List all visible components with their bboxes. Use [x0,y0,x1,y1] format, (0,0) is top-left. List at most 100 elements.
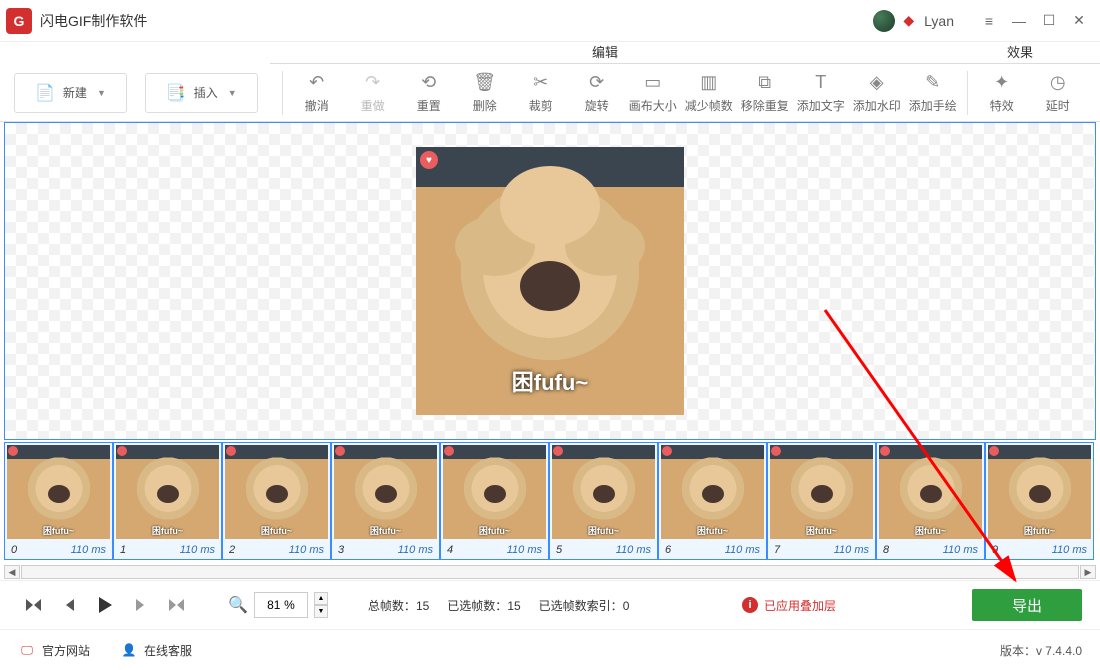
play-button[interactable] [90,590,120,620]
divider [282,71,283,115]
frame-9[interactable]: 困fufu~9110 ms [985,442,1094,560]
tool-label: 重置 [417,97,441,114]
version-label: 版本：v 7.4.4.0 [1000,642,1082,659]
insert-icon: 📑 [166,83,186,103]
zoom-input[interactable]: 81 % [254,592,308,618]
frame-index: 2 [229,544,235,556]
tool-减少帧数[interactable]: ▥减少帧数 [681,68,737,118]
scroll-track[interactable] [21,565,1079,579]
frame-thumbnail: 困fufu~ [661,445,764,539]
frame-duration: 110 ms [943,544,978,556]
chevron-down-icon: ▼ [97,88,106,98]
tool-label: 撤消 [305,97,329,114]
footer: 🖵 官方网站 👤 在线客服 版本：v 7.4.4.0 [0,630,1100,670]
close-icon[interactable]: ✕ [1064,6,1094,36]
support-link[interactable]: 👤 在线客服 [120,641,192,659]
tool-icon: ↷ [365,71,380,93]
preview-caption: 困fufu~ [416,365,684,397]
menu-icon[interactable]: ≡ [974,6,1004,36]
maximize-icon[interactable]: ☐ [1034,6,1064,36]
frame-thumbnail: 困fufu~ [770,445,873,539]
effect-icon: ◷ [1050,71,1066,93]
frame-4[interactable]: 困fufu~4110 ms [440,442,549,560]
frame-thumbnail: 困fufu~ [988,445,1091,539]
new-button[interactable]: 📄 新建 ▼ [14,73,127,113]
divider [967,71,968,115]
frame-duration: 110 ms [71,544,106,556]
frame-2[interactable]: 困fufu~2110 ms [222,442,331,560]
tool-label: 移除重复 [741,97,789,114]
tool-icon: ⟲ [421,71,436,93]
tool-移除重复[interactable]: ⧉移除重复 [737,68,793,118]
frame-thumbnail: 困fufu~ [443,445,546,539]
zoom-up-button[interactable]: ▲ [314,592,328,605]
scroll-left-icon[interactable]: ◀ [4,565,20,579]
app-title: 闪电GIF制作软件 [40,11,147,31]
zoom-icon[interactable]: 🔍 [228,595,248,615]
frame-index: 3 [338,544,344,556]
minimize-icon[interactable]: — [1004,6,1034,36]
frame-1[interactable]: 困fufu~1110 ms [113,442,222,560]
avatar[interactable] [873,10,895,32]
frame-duration: 110 ms [398,544,433,556]
frame-thumbnail: 困fufu~ [334,445,437,539]
scroll-right-icon[interactable]: ▶ [1080,565,1096,579]
tool-删除[interactable]: 🗑删除 [457,68,513,118]
tool-label: 裁剪 [529,97,553,114]
tool-旋转[interactable]: ⟳旋转 [569,68,625,118]
tool-添加水印[interactable]: ◈添加水印 [849,68,905,118]
title-bar: G 闪电GIF制作软件 ◆ Lyan ≡ — ☐ ✕ [0,0,1100,42]
username[interactable]: Lyan [924,13,954,29]
tab-effects[interactable]: 效果 [940,42,1100,64]
insert-button-label: 插入 [194,84,218,101]
tool-重置[interactable]: ⟲ 重置 [401,68,457,118]
official-site-link[interactable]: 🖵 官方网站 [18,641,90,659]
effect-特效[interactable]: ✦特效 [974,68,1030,118]
frame-6[interactable]: 困fufu~6110 ms [658,442,767,560]
frame-5[interactable]: 困fufu~ 5 110 ms [549,442,658,560]
tool-添加手绘[interactable]: ✎添加手绘 [905,68,961,118]
tool-画布大小[interactable]: ▭ 画布大小 [625,68,681,118]
tool-重做[interactable]: ↷ 重做 [345,68,401,118]
tool-label: 画布大小 [629,97,677,114]
frame-7[interactable]: 困fufu~7110 ms [767,442,876,560]
toolbar-tabs: 编辑 效果 [0,42,1100,64]
prev-frame-button[interactable] [54,590,84,620]
new-file-icon: 📄 [35,83,55,103]
tool-添加文字[interactable]: T添加文字 [793,68,849,118]
frame-thumbnail: 困fufu~ [116,445,219,539]
timeline-scrollbar[interactable]: ◀ ▶ [0,564,1100,580]
timeline: 困fufu~0110 ms困fufu~1110 ms困fufu~2110 ms困… [0,440,1100,564]
zoom-down-button[interactable]: ▼ [314,605,328,618]
tool-label: 减少帧数 [685,97,733,114]
tool-label: 重做 [361,97,385,114]
frame-duration: 110 ms [616,544,651,556]
toolbar: 📄 新建 ▼ 📑 插入 ▼ ↶撤消 ↷ 重做 ⟲ 重置 🗑删除✂裁剪⟳旋转 ▭ 画布大小▥减少… [0,64,1100,122]
tool-裁剪[interactable]: ✂裁剪 [513,68,569,118]
canvas-area[interactable]: ♥ 困fufu~ [4,122,1096,440]
frame-duration: 110 ms [289,544,324,556]
tool-icon: T [815,71,826,93]
first-frame-button[interactable] [18,590,48,620]
frame-duration: 110 ms [1052,544,1087,556]
tab-edit[interactable]: 编辑 [270,42,940,64]
frame-0[interactable]: 困fufu~0110 ms [4,442,113,560]
frame-stats: 总帧数：15 已选帧数：15 已选帧数索引：0 [368,597,629,614]
tool-icon: ▭ [644,71,661,93]
frame-thumbnail: 困fufu~ [552,445,655,539]
last-frame-button[interactable] [162,590,192,620]
tool-撤消[interactable]: ↶撤消 [289,68,345,118]
effect-label: 延时 [1046,97,1070,114]
frame-index: 5 [556,544,562,556]
effect-label: 特效 [990,97,1014,114]
tool-icon: ✎ [925,71,940,93]
frame-duration: 110 ms [180,544,215,556]
effect-延时[interactable]: ◷ 延时 [1030,68,1086,118]
frame-8[interactable]: 困fufu~8110 ms [876,442,985,560]
frame-3[interactable]: 困fufu~ 3 110 ms [331,442,440,560]
export-button[interactable]: 导出 [972,589,1082,621]
insert-button[interactable]: 📑 插入 ▼ [145,73,258,113]
next-frame-button[interactable] [126,590,156,620]
vip-gem-icon[interactable]: ◆ [903,12,914,29]
app-logo-icon: G [6,8,32,34]
